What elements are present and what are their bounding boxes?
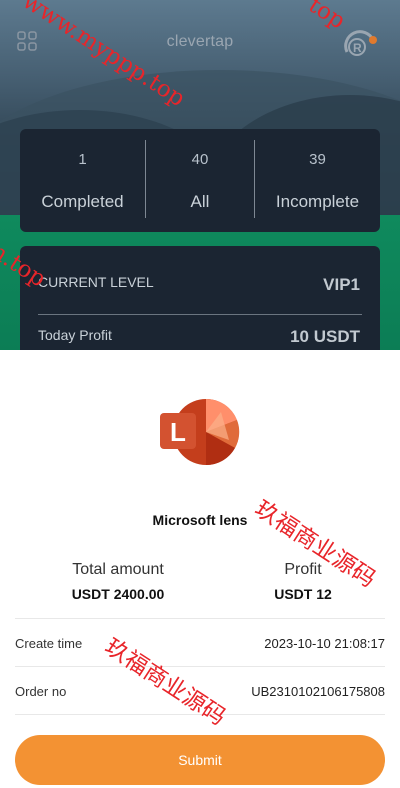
stat-label: All — [190, 192, 210, 211]
divider — [15, 714, 385, 715]
create-time-label: Create time — [15, 636, 83, 651]
microsoft-lens-logo: L — [160, 398, 240, 466]
stat-count: 39 — [309, 151, 326, 168]
create-time-value: 2023-10-10 21:08:17 — [264, 636, 385, 651]
order-no-label: Order no — [15, 684, 67, 699]
total-amount-label: Total amount — [72, 561, 164, 578]
profit-label: Profit — [284, 561, 322, 578]
stat-count: 40 — [191, 151, 209, 168]
order-no-value: UB2310102106175808 — [251, 684, 385, 699]
divider — [38, 314, 362, 315]
brand-title: clevertap — [166, 33, 234, 50]
stat-label: Completed — [41, 192, 124, 211]
divider — [15, 666, 385, 667]
svg-text:R: R — [353, 41, 362, 55]
refresh-r-icon[interactable]: R — [343, 30, 379, 58]
today-profit-value: 10 USDT — [290, 327, 360, 346]
current-level-value: VIP1 — [323, 275, 360, 294]
submit-button[interactable]: Submit — [15, 735, 385, 785]
current-level-label: CURRENT LEVEL — [38, 274, 154, 290]
divider — [15, 618, 385, 619]
profit-value: USDT 12 — [274, 586, 332, 602]
level-card: CURRENT LEVEL VIP1 Today Profit 10 USDT — [20, 246, 380, 350]
svg-text:L: L — [170, 417, 186, 447]
stat-label: Incomplete — [275, 192, 360, 211]
stat-completed[interactable]: 1 Completed — [20, 129, 145, 232]
total-amount-value: USDT 2400.00 — [71, 586, 165, 602]
today-profit-label: Today Profit — [38, 327, 112, 343]
order-stats-card: 1 Completed 40 All 39 Incomplete — [20, 129, 380, 232]
app-name: Microsoft lens — [152, 512, 248, 528]
stat-all[interactable]: 40 All — [146, 129, 254, 232]
top-bar: clevertap R — [0, 28, 400, 58]
stat-incomplete[interactable]: 39 Incomplete — [255, 129, 380, 232]
stat-count: 1 — [78, 151, 87, 168]
